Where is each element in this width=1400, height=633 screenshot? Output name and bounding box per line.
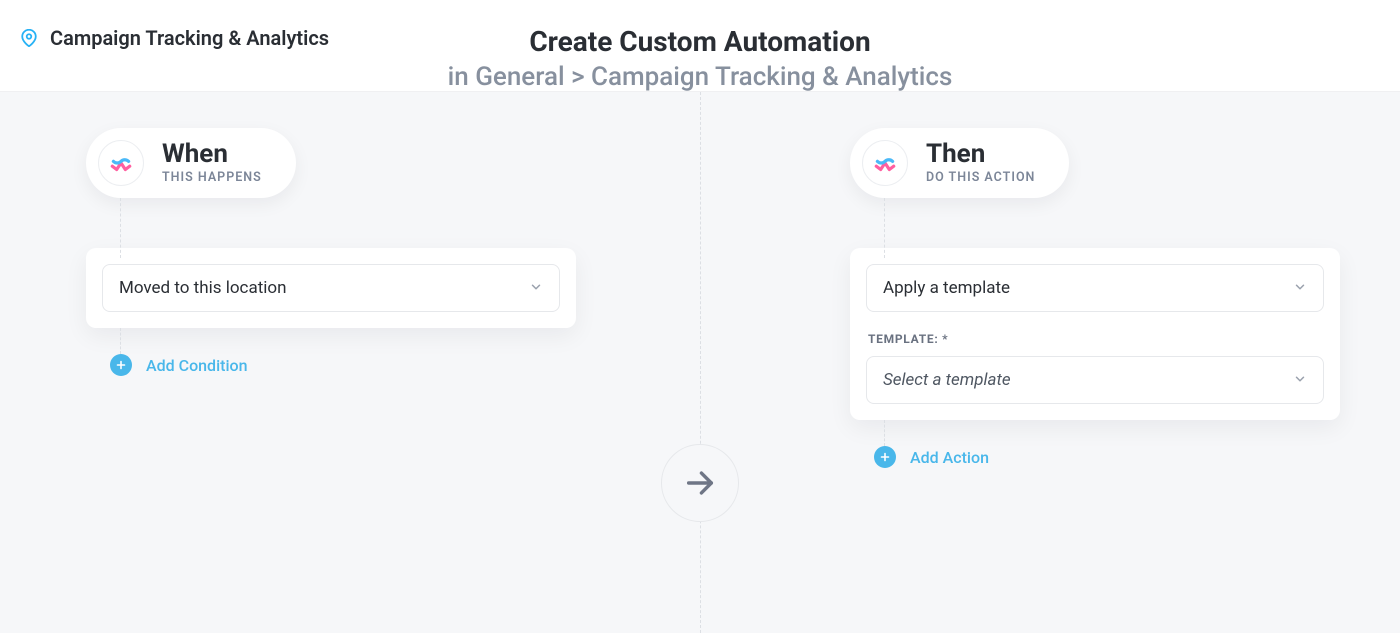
then-connector-line xyxy=(884,198,885,258)
then-subheading: DO THIS ACTION xyxy=(926,170,1035,185)
breadcrumb[interactable]: Campaign Tracking & Analytics xyxy=(20,26,329,50)
page-title: Create Custom Automation xyxy=(448,24,953,59)
location-pin-icon xyxy=(20,29,38,47)
then-column: Then DO THIS ACTION Apply a template TEM… xyxy=(850,128,1340,468)
when-header-pill: When THIS HAPPENS xyxy=(86,128,296,198)
chevron-down-icon xyxy=(529,279,543,298)
page-title-block: Create Custom Automation in General > Ca… xyxy=(448,24,953,94)
clickup-logo-icon xyxy=(862,140,908,186)
template-select-placeholder: Select a template xyxy=(883,370,1011,390)
add-condition-button[interactable]: Add Condition xyxy=(86,354,576,376)
trigger-select-value: Moved to this location xyxy=(119,278,286,298)
when-heading: When xyxy=(162,141,262,168)
when-subheading: THIS HAPPENS xyxy=(162,170,262,185)
clickup-logo-icon xyxy=(98,140,144,186)
trigger-card: Moved to this location xyxy=(86,248,576,328)
add-condition-label: Add Condition xyxy=(146,356,248,375)
trigger-select[interactable]: Moved to this location xyxy=(102,264,560,312)
chevron-down-icon xyxy=(1293,371,1307,390)
plus-circle-icon xyxy=(110,354,132,376)
template-select[interactable]: Select a template xyxy=(866,356,1324,404)
add-action-button[interactable]: Add Action xyxy=(850,446,1340,468)
center-divider xyxy=(700,92,701,633)
add-action-label: Add Action xyxy=(910,448,989,467)
flow-arrow-node xyxy=(661,444,739,522)
arrow-right-icon xyxy=(683,466,717,500)
then-card-connector xyxy=(884,420,885,446)
action-card: Apply a template TEMPLATE: * Select a te… xyxy=(850,248,1340,420)
plus-circle-icon xyxy=(874,446,896,468)
page-header: Campaign Tracking & Analytics Create Cus… xyxy=(0,0,1400,92)
when-connector-line xyxy=(120,198,121,258)
template-field-label: TEMPLATE: * xyxy=(868,332,1322,346)
action-select[interactable]: Apply a template xyxy=(866,264,1324,312)
breadcrumb-label: Campaign Tracking & Analytics xyxy=(50,26,329,50)
automation-canvas: When THIS HAPPENS Moved to this location… xyxy=(0,92,1400,633)
then-heading: Then xyxy=(926,141,1035,168)
when-column: When THIS HAPPENS Moved to this location… xyxy=(86,128,576,376)
when-card-connector xyxy=(120,328,121,354)
chevron-down-icon xyxy=(1293,279,1307,298)
action-select-value: Apply a template xyxy=(883,278,1010,298)
then-header-pill: Then DO THIS ACTION xyxy=(850,128,1069,198)
page-subtitle: in General > Campaign Tracking & Analyti… xyxy=(448,61,953,94)
